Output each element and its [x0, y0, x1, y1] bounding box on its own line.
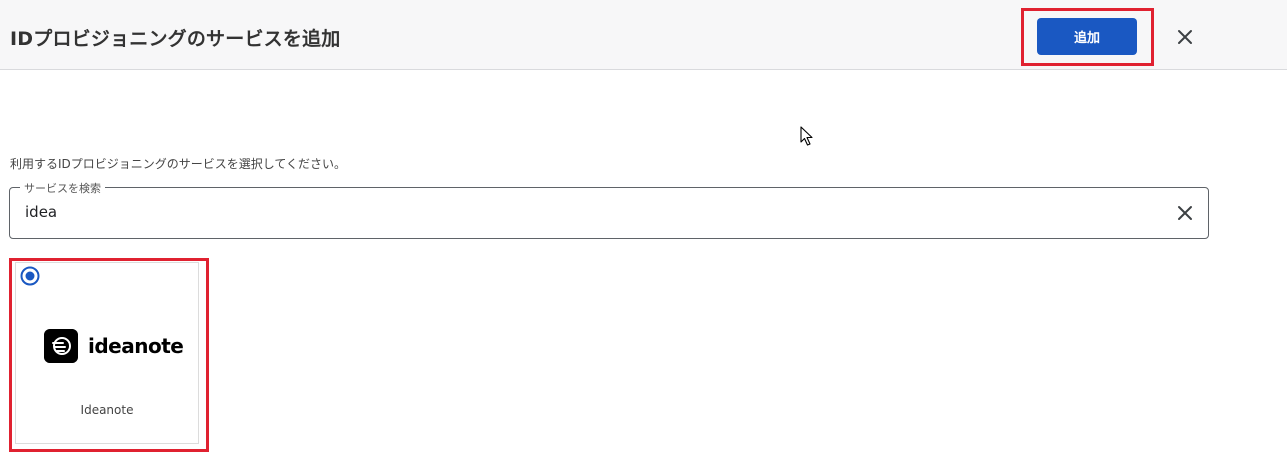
- clear-search-icon[interactable]: [1177, 205, 1193, 221]
- instruction-text: 利用するIDプロビジョニングのサービスを選択してください。: [10, 157, 347, 171]
- close-icon[interactable]: [1177, 29, 1193, 45]
- service-name: Ideanote: [80, 403, 134, 417]
- dialog-title: IDプロビジョニングのサービスを追加: [10, 28, 341, 50]
- ideanote-logo-text: ideanote: [88, 334, 184, 358]
- mouse-cursor-icon: [800, 126, 813, 146]
- search-label: サービスを検索: [20, 180, 105, 196]
- add-id-provisioning-service-dialog: IDプロビジョニングのサービスを追加 追加 利用するIDプロビジョニングのサービ…: [0, 0, 1287, 458]
- search-input[interactable]: [25, 203, 1125, 221]
- radio-selected-icon[interactable]: [20, 266, 40, 286]
- add-button[interactable]: 追加: [1037, 18, 1137, 55]
- ideanote-logo-icon: [44, 329, 78, 363]
